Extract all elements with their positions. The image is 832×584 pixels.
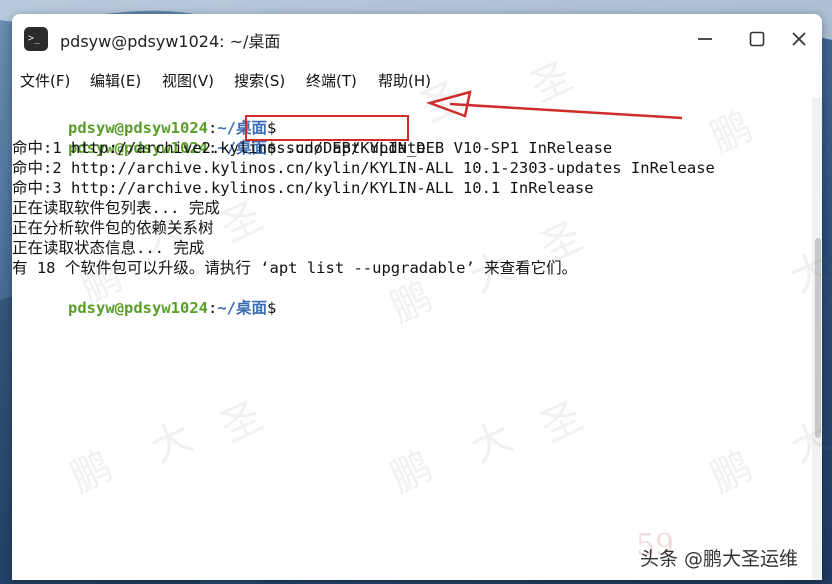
annotation-arrow (425, 90, 683, 120)
footer-credit: 头条 @鹏大圣运维 (640, 548, 799, 570)
